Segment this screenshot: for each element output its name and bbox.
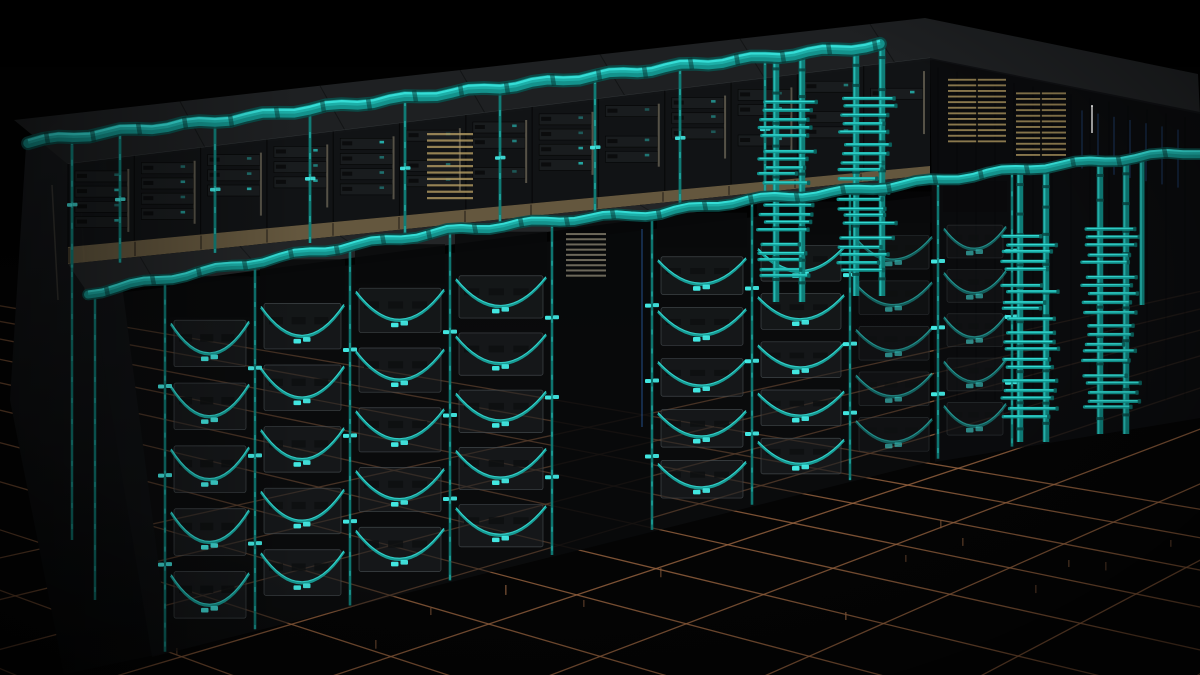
datacenter-render-figure: 3D rendering of a supercomputer data cen… [0,0,1200,675]
datacenter-3d-render [0,0,1200,675]
vignette [0,0,1200,675]
